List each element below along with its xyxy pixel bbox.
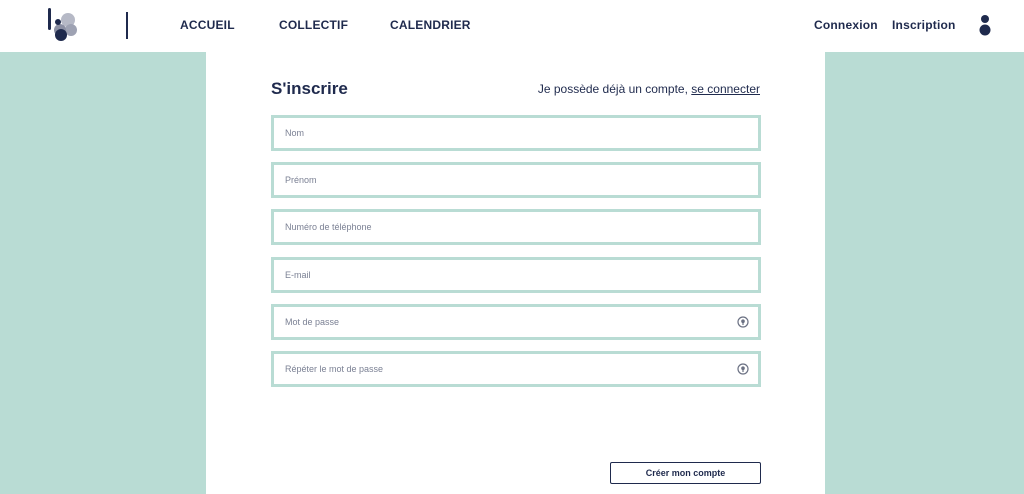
prenom-field-wrapper: [271, 162, 761, 198]
site-logo-icon[interactable]: [44, 6, 80, 42]
page-title: S'inscrire: [271, 79, 348, 98]
login-link[interactable]: se connecter: [691, 82, 760, 96]
email-input[interactable]: [274, 260, 758, 290]
email-field-wrapper: [271, 257, 761, 293]
telephone-field-wrapper: [271, 209, 761, 245]
password-repeat-field-wrapper: [271, 351, 761, 387]
password-field-wrapper: [271, 304, 761, 340]
password-input[interactable]: [274, 307, 758, 337]
nav-accueil[interactable]: ACCUEIL: [180, 18, 235, 32]
site-header: ACCUEIL COLLECTIF CALENDRIER Connexion I…: [0, 0, 1024, 52]
show-password-repeat-icon[interactable]: [737, 363, 749, 375]
inscription-link[interactable]: Inscription: [892, 18, 956, 32]
nav-collectif[interactable]: COLLECTIF: [279, 18, 348, 32]
nav-calendrier[interactable]: CALENDRIER: [390, 18, 471, 32]
show-password-icon[interactable]: [737, 316, 749, 328]
nom-input[interactable]: [274, 118, 758, 148]
user-icon[interactable]: [978, 14, 992, 36]
connexion-link[interactable]: Connexion: [814, 18, 878, 32]
header-divider: [126, 12, 128, 39]
password-repeat-input[interactable]: [274, 354, 758, 384]
nom-field-wrapper: [271, 115, 761, 151]
create-account-button[interactable]: Créer mon compte: [610, 462, 761, 484]
login-hint: Je possède déjà un compte, se connecter: [538, 82, 760, 96]
signup-card: S'inscrire Je possède déjà un compte, se…: [206, 52, 825, 494]
prenom-input[interactable]: [274, 165, 758, 195]
telephone-input[interactable]: [274, 212, 758, 242]
login-hint-text: Je possède déjà un compte,: [537, 82, 692, 96]
